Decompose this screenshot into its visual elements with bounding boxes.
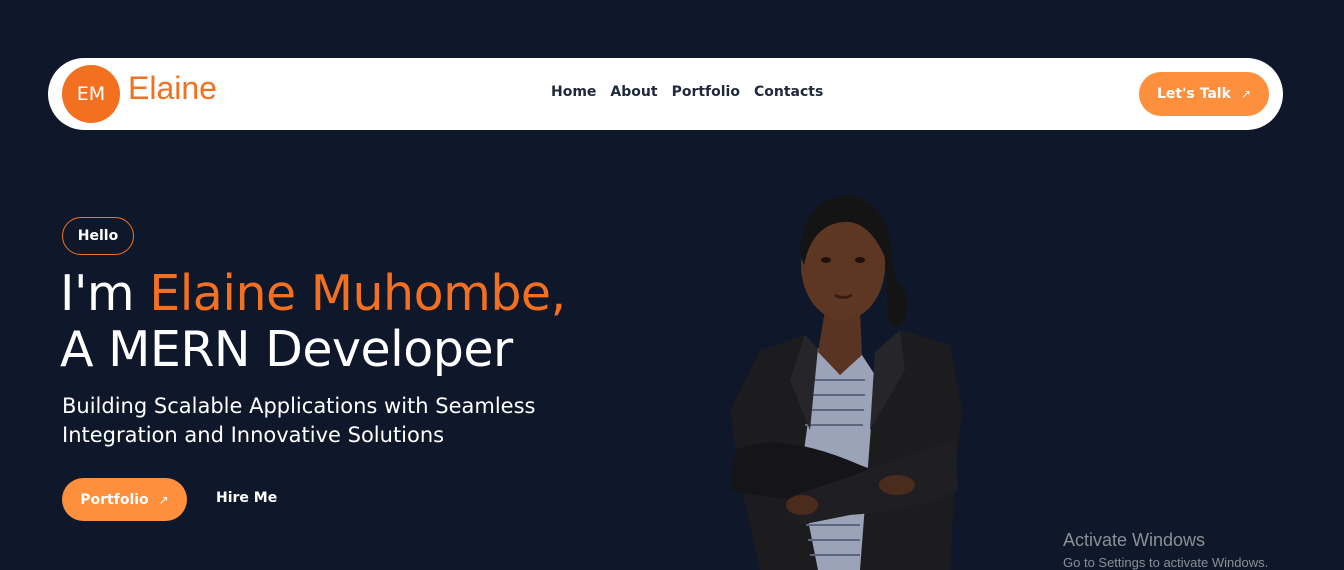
profile-photo [730, 195, 962, 570]
activate-windows-subtitle: Go to Settings to activate Windows. [1063, 555, 1269, 570]
hero-headline: I'm Elaine Muhombe, A MERN Developer [60, 266, 566, 378]
hero-tagline: Building Scalable Applications with Seam… [62, 394, 536, 447]
logo-badge[interactable]: EM [62, 65, 120, 123]
nav-link-contacts[interactable]: Contacts [754, 84, 823, 100]
arrow-up-right-icon: ↗ [1240, 87, 1251, 101]
portfolio-button[interactable]: Portfolio ↗ [62, 478, 187, 521]
portfolio-button-label: Portfolio [80, 491, 149, 508]
headline-name: Elaine Muhombe, [149, 265, 566, 322]
hire-me-link[interactable]: Hire Me [216, 490, 277, 506]
nav-link-portfolio[interactable]: Portfolio [672, 84, 740, 100]
headline-role: A MERN Developer [60, 321, 513, 378]
lets-talk-label: Let's Talk [1157, 86, 1231, 102]
navbar: EM Elaine Home About Portfolio Contacts … [48, 58, 1283, 130]
logo-name[interactable]: Elaine [128, 70, 217, 107]
nav-link-about[interactable]: About [610, 84, 657, 100]
headline-prefix: I'm [60, 265, 150, 322]
logo-initials: EM [76, 83, 106, 105]
nav-links: Home About Portfolio Contacts [551, 84, 823, 100]
lets-talk-button[interactable]: Let's Talk ↗ [1139, 72, 1269, 116]
greeting-text: Hello [77, 228, 119, 244]
greeting-badge: Hello [62, 217, 134, 255]
nav-link-home[interactable]: Home [551, 84, 596, 100]
arrow-up-right-icon: ↗ [158, 492, 169, 507]
activate-windows-title: Activate Windows [1063, 530, 1206, 550]
